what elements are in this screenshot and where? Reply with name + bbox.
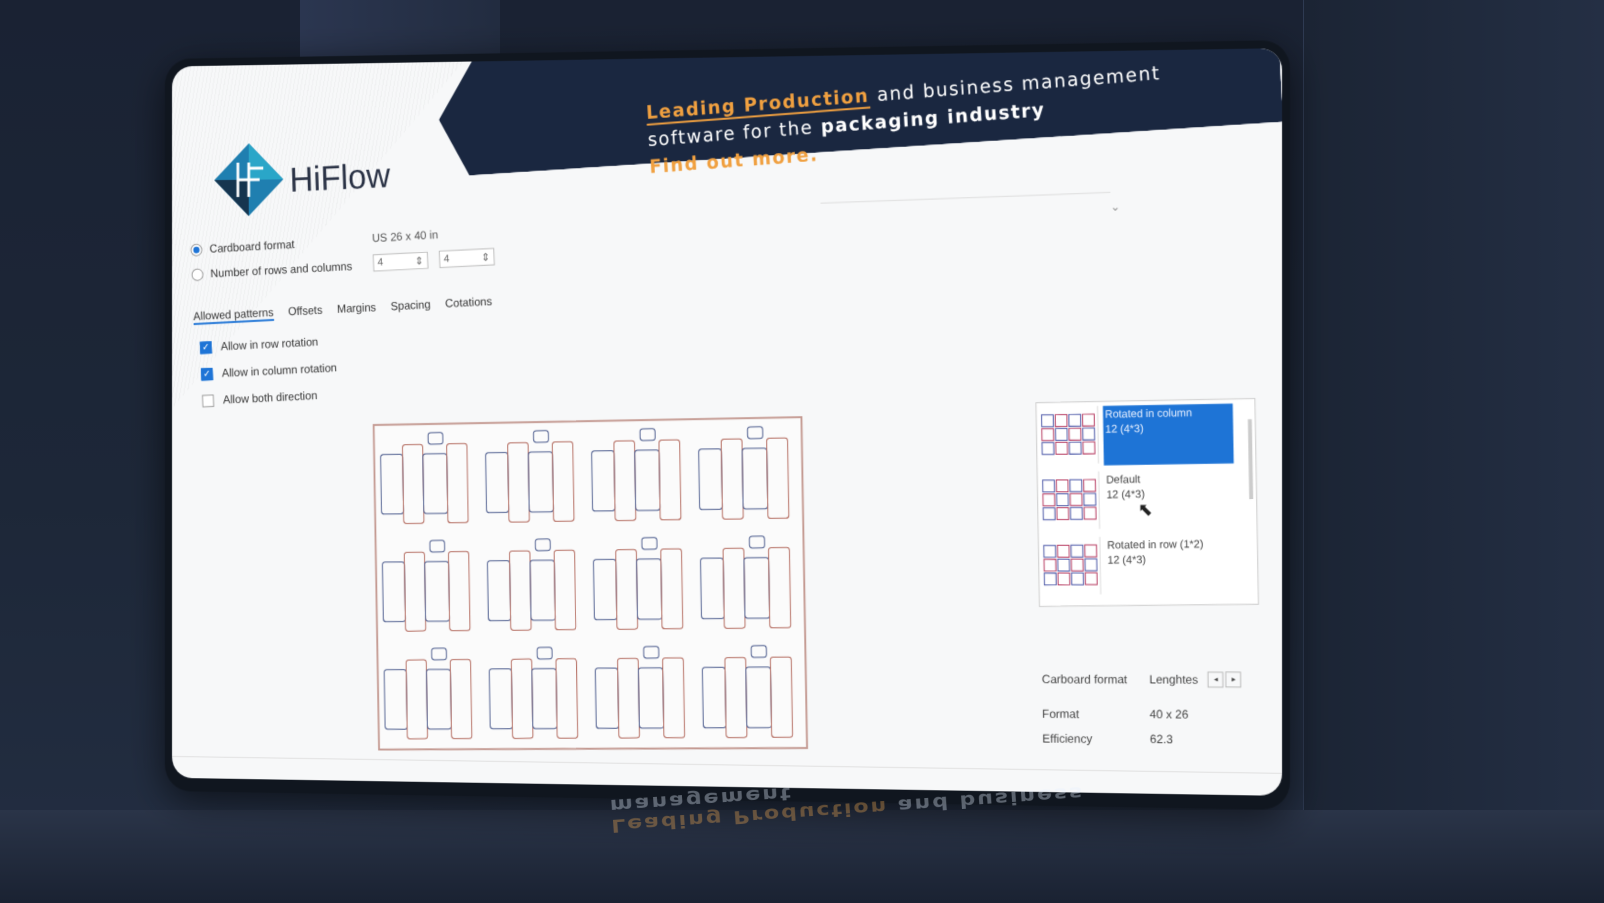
dieline-box [591, 428, 681, 521]
dieline-box [595, 646, 685, 738]
pattern-item[interactable]: Rotated in row (1*2) 12 (4*3) [1039, 533, 1244, 599]
dieline-box [380, 432, 468, 524]
radio-label: Number of rows and columns [210, 259, 353, 281]
stepper-arrows-icon[interactable]: ⇕ [481, 251, 490, 264]
list-scrollbar[interactable] [1247, 419, 1254, 500]
checkbox-unchecked[interactable] [201, 394, 215, 407]
pattern-name: Default [1106, 473, 1141, 487]
check-label: Allow in column rotation [221, 360, 338, 380]
info-row: Carboard format Lenghtes ◂ ▸ [1042, 666, 1268, 691]
check-label: Allow in row rotation [220, 334, 319, 354]
pattern-thumbnail [1038, 406, 1099, 465]
pattern-thumbnail [1040, 536, 1102, 596]
pattern-thumb-graphic [1040, 471, 1100, 529]
pattern-name: Rotated in row (1*2) [1107, 538, 1204, 552]
dieline-layout [375, 418, 807, 748]
floor [0, 810, 1604, 903]
background-panel-right [1303, 0, 1604, 903]
rows-value: 4 [377, 256, 384, 269]
dieline-box [487, 539, 576, 631]
layout-preview-sheet [372, 416, 809, 751]
cardboard-format-label: Carboard format [1041, 671, 1128, 686]
radio-button[interactable] [191, 267, 204, 281]
pattern-text: Rotated in row (1*2) 12 (4*3) [1105, 535, 1236, 596]
arrow-right-icon[interactable]: ▸ [1225, 671, 1242, 688]
pattern-count: 12 (4*3) [1105, 423, 1144, 436]
dieline-box [485, 430, 574, 522]
tab-margins[interactable]: Margins [337, 300, 377, 317]
info-row: Format 40 x 26 [1042, 701, 1268, 727]
mouse-cursor-icon: ⬉ [1137, 499, 1153, 520]
rows-stepper[interactable]: 4 ⇕ [372, 251, 429, 272]
screen: Leading Production and business manageme… [172, 48, 1283, 796]
pattern-text: Default 12 (4*3) [1104, 469, 1235, 531]
efficiency-value: 62.3 [1149, 731, 1173, 746]
check-label: Allow both direction [222, 388, 318, 407]
format-value: 40 x 26 [1149, 706, 1189, 721]
layout-options: Cardboard format Number of rows and colu… [190, 199, 904, 415]
dieline-box [698, 426, 789, 519]
dieline-box [384, 648, 472, 739]
format-info-panel: Carboard format Lenghtes ◂ ▸ Format 40 x… [1042, 666, 1269, 751]
checkbox-checked[interactable]: ✓ [200, 367, 214, 381]
chevron-down-icon[interactable]: ⌄ [1110, 200, 1120, 214]
radio-label: Cardboard format [209, 237, 295, 256]
arrow-left-icon[interactable]: ◂ [1207, 671, 1224, 688]
columns-stepper[interactable]: 4 ⇕ [438, 247, 495, 269]
pattern-name: Rotated in column [1104, 407, 1193, 421]
pattern-count: 12 (4*3) [1107, 554, 1146, 567]
pattern-thumb-graphic [1038, 406, 1097, 464]
dieline-box [382, 540, 470, 631]
pattern-text: Rotated in column 12 (4*3) [1102, 403, 1234, 466]
lengths-label: Lenghtes [1149, 672, 1199, 687]
hiflow-logo-icon [214, 143, 284, 217]
checkbox-checked[interactable]: ✓ [199, 340, 212, 354]
stepper-arrows-icon[interactable]: ⇕ [415, 254, 424, 267]
tab-offsets[interactable]: Offsets [288, 303, 323, 320]
format-label: Format [1042, 706, 1080, 721]
efficiency-label: Efficiency [1042, 731, 1093, 746]
tablet-device: Leading Production and business manageme… [164, 40, 1290, 810]
tab-cotations[interactable]: Cotations [445, 294, 492, 312]
tab-spacing[interactable]: Spacing [390, 298, 430, 315]
dieline-box [702, 645, 793, 737]
columns-value: 4 [443, 253, 450, 266]
find-out-more-link[interactable]: Find out more. [649, 144, 819, 178]
logo-text: HiFlow [288, 155, 391, 200]
dieline-box [593, 537, 683, 629]
radio-button[interactable] [190, 243, 203, 257]
nav-arrows: ◂ ▸ [1207, 671, 1242, 688]
pattern-thumbnail [1039, 471, 1101, 530]
dieline-box [700, 536, 791, 629]
dieline-box [489, 647, 578, 738]
pattern-item[interactable]: Rotated in column 12 (4*3) [1037, 401, 1242, 468]
pattern-thumb-graphic [1041, 537, 1101, 595]
